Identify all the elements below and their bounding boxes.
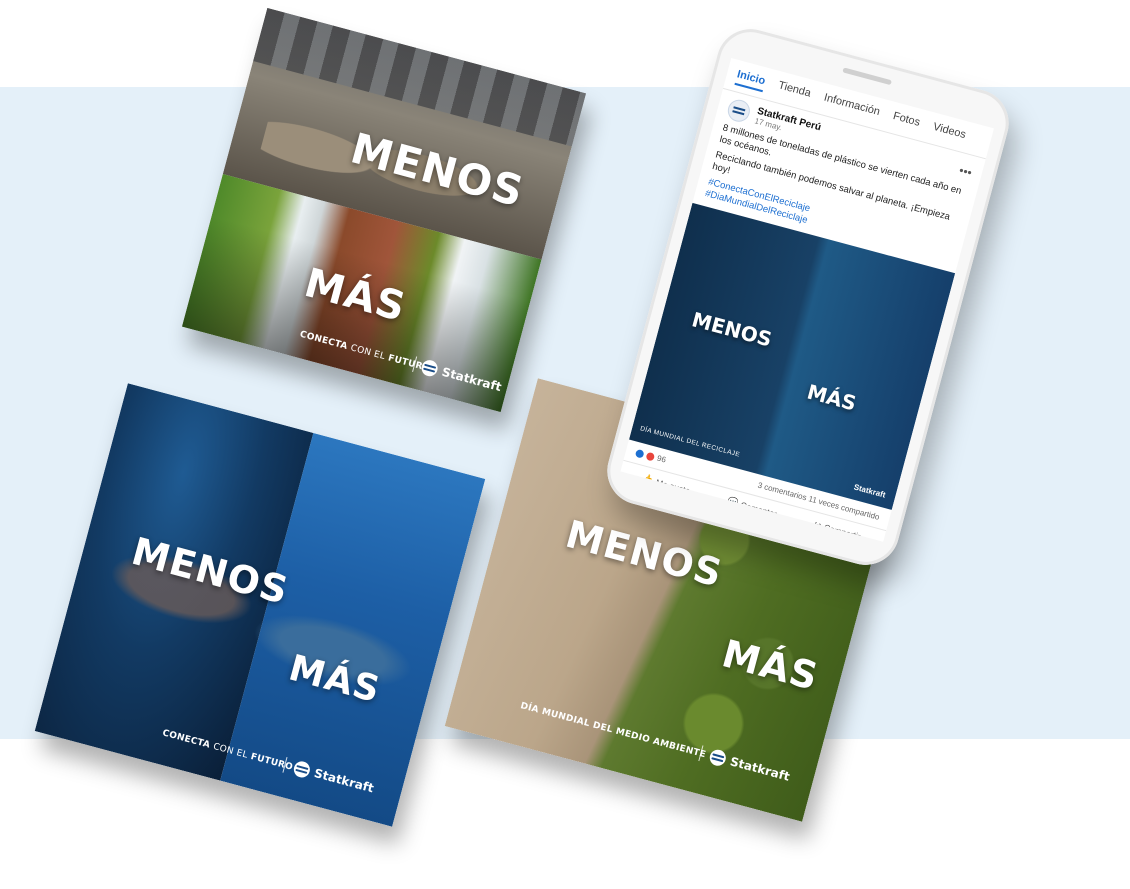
share-button[interactable]: ↪ Compartir [813, 519, 862, 542]
like-button[interactable]: 👍 Me gusta [642, 473, 692, 496]
tab-inicio[interactable]: Inicio [734, 68, 767, 93]
thumbs-up-icon: 👍 [641, 472, 655, 486]
tab-tienda[interactable]: Tienda [776, 79, 812, 104]
share-icon: ↪ [813, 518, 823, 531]
image-mas-heading: MÁS [804, 379, 859, 416]
image-brand: Statkraft [852, 482, 887, 500]
phone-speaker [842, 67, 892, 86]
comment-icon: 💬 [726, 495, 740, 508]
love-reaction-icon [645, 451, 656, 462]
image-menos-heading: MENOS [689, 307, 775, 352]
avatar[interactable] [725, 97, 753, 125]
tab-videos[interactable]: Videos [930, 121, 967, 146]
comment-button[interactable]: 💬 Comentar [726, 495, 778, 519]
like-reaction-icon [634, 448, 645, 459]
more-options-icon[interactable]: ••• [958, 163, 974, 180]
reactions-count[interactable]: 96 [634, 448, 667, 465]
tab-fotos[interactable]: Fotos [890, 110, 922, 134]
